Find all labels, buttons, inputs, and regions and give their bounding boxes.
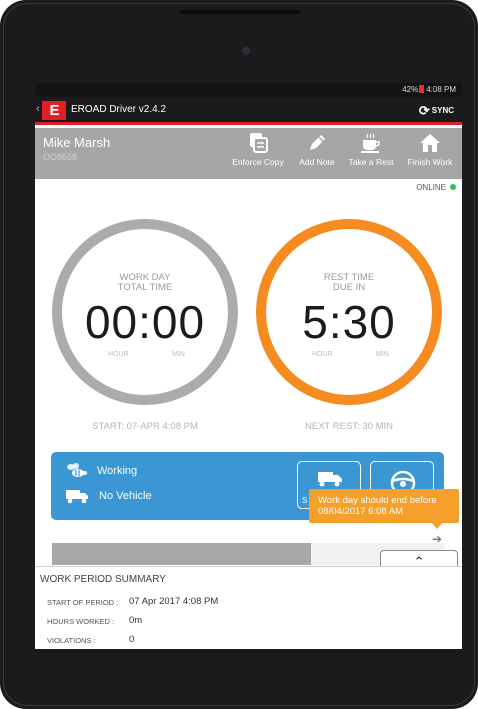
- work-hour-unit: HOUR: [108, 351, 129, 358]
- status-right: 42% 4:08 PM: [402, 85, 456, 94]
- summary-title: WORK PERIOD SUMMARY: [40, 574, 166, 585]
- finish-work-label: Finish Work: [407, 157, 453, 167]
- work-day-dial: WORK DAY TOTAL TIME 00:00 HOUR MIN: [52, 219, 238, 405]
- driver-name: Mike Marsh: [43, 135, 111, 150]
- online-indicator-icon: [450, 184, 456, 190]
- work-min-unit: MIN: [172, 351, 185, 358]
- tooltip-line2: 08/04/2017 6:08 AM: [318, 506, 404, 517]
- clock: 4:08 PM: [426, 85, 456, 94]
- take-rest-button[interactable]: Take a Rest: [344, 132, 398, 167]
- start-of-period-value: 07 Apr 2017 4:08 PM: [129, 596, 219, 607]
- sync-button[interactable]: ⟳ SYNC: [419, 103, 454, 119]
- select-vehicle-label: S: [302, 496, 308, 505]
- finish-work-button[interactable]: Finish Work: [401, 132, 459, 167]
- hours-worked-label: HOURS WORKED :: [47, 617, 115, 626]
- rest-min-unit: MIN: [376, 351, 389, 358]
- house-icon: [420, 134, 440, 152]
- start-of-period-label: START OF PERIOD :: [47, 598, 119, 607]
- next-rest-caption: NEXT REST: 30 MIN: [305, 421, 393, 432]
- enforce-copy-button[interactable]: Enforce Copy: [228, 132, 288, 167]
- battery-icon: [419, 85, 425, 93]
- online-label: ONLINE: [416, 183, 446, 192]
- rest-time-due: 5:30: [302, 296, 396, 348]
- rest-hour-unit: HOUR: [312, 351, 333, 358]
- connection-status: ONLINE: [416, 183, 456, 192]
- violations-value: 0: [129, 634, 135, 645]
- truck-icon: [66, 490, 88, 504]
- pencil-icon: [310, 135, 325, 150]
- rest-time-dial: REST TIME DUE IN 5:30 HOUR MIN: [256, 219, 442, 405]
- app-bar: ‹ E EROAD Driver v2.4.2 ⟳ SYNC: [35, 97, 462, 125]
- speaker-grille: [180, 10, 300, 14]
- work-day-total-time: 00:00: [84, 296, 206, 348]
- take-rest-label: Take a Rest: [348, 157, 394, 167]
- battery-percent: 42%: [402, 85, 419, 94]
- eroad-logo: E: [42, 101, 66, 120]
- vehicle-status[interactable]: No Vehicle: [65, 488, 152, 504]
- work-day-label-line2: TOTAL TIME: [117, 282, 173, 293]
- work-period-summary: WORK PERIOD SUMMARY START OF PERIOD : 07…: [35, 566, 462, 649]
- hours-worked-value: 0m: [129, 615, 143, 626]
- driver-id: OO8658: [43, 152, 78, 162]
- work-day-label: WORK DAY TOTAL TIME: [62, 273, 228, 293]
- work-day-end-tooltip: Work day should end before 08/04/2017 6:…: [309, 489, 459, 523]
- driver-toolbar: Mike Marsh OO8658 Enforce Copy Add Note: [35, 128, 462, 179]
- front-camera: [243, 48, 249, 54]
- rest-time-label-line2: DUE IN: [332, 282, 366, 293]
- violations-label: VIOLATIONS :: [47, 636, 96, 645]
- vehicle-label: No Vehicle: [99, 489, 152, 502]
- timeline-elapsed: [52, 543, 312, 565]
- enforce-copy-label: Enforce Copy: [232, 157, 284, 167]
- rest-time-label: REST TIME DUE IN: [266, 273, 432, 293]
- system-status-bar: 42% 4:08 PM: [35, 83, 462, 97]
- add-note-label: Add Note: [299, 157, 335, 167]
- coffee-cup-icon: [361, 133, 380, 153]
- add-note-button[interactable]: Add Note: [294, 132, 340, 167]
- chevron-left-icon[interactable]: ‹: [36, 103, 40, 115]
- app-title: EROAD Driver v2.4.2: [71, 104, 167, 115]
- activity-label: Working: [97, 464, 138, 477]
- app-screen: 42% 4:08 PM ‹ E EROAD Driver v2.4.2 ⟳ SYNC…: [35, 83, 462, 649]
- work-start-caption: START: 07-APR 4:08 PM: [92, 421, 198, 432]
- tooltip-line1: Work day should end before: [318, 495, 437, 506]
- sync-label: SYNC: [431, 106, 454, 115]
- truck-icon: [318, 472, 342, 487]
- tooltip-pointer: [432, 523, 442, 529]
- document-copy-icon: [250, 133, 268, 153]
- sync-icon: ⟳: [418, 103, 430, 118]
- tablet-bezel: 42% 4:08 PM ‹ E EROAD Driver v2.4.2 ⟳ SYNC…: [0, 0, 478, 709]
- activity-status[interactable]: Working: [65, 462, 137, 480]
- bee-icon: [67, 463, 87, 477]
